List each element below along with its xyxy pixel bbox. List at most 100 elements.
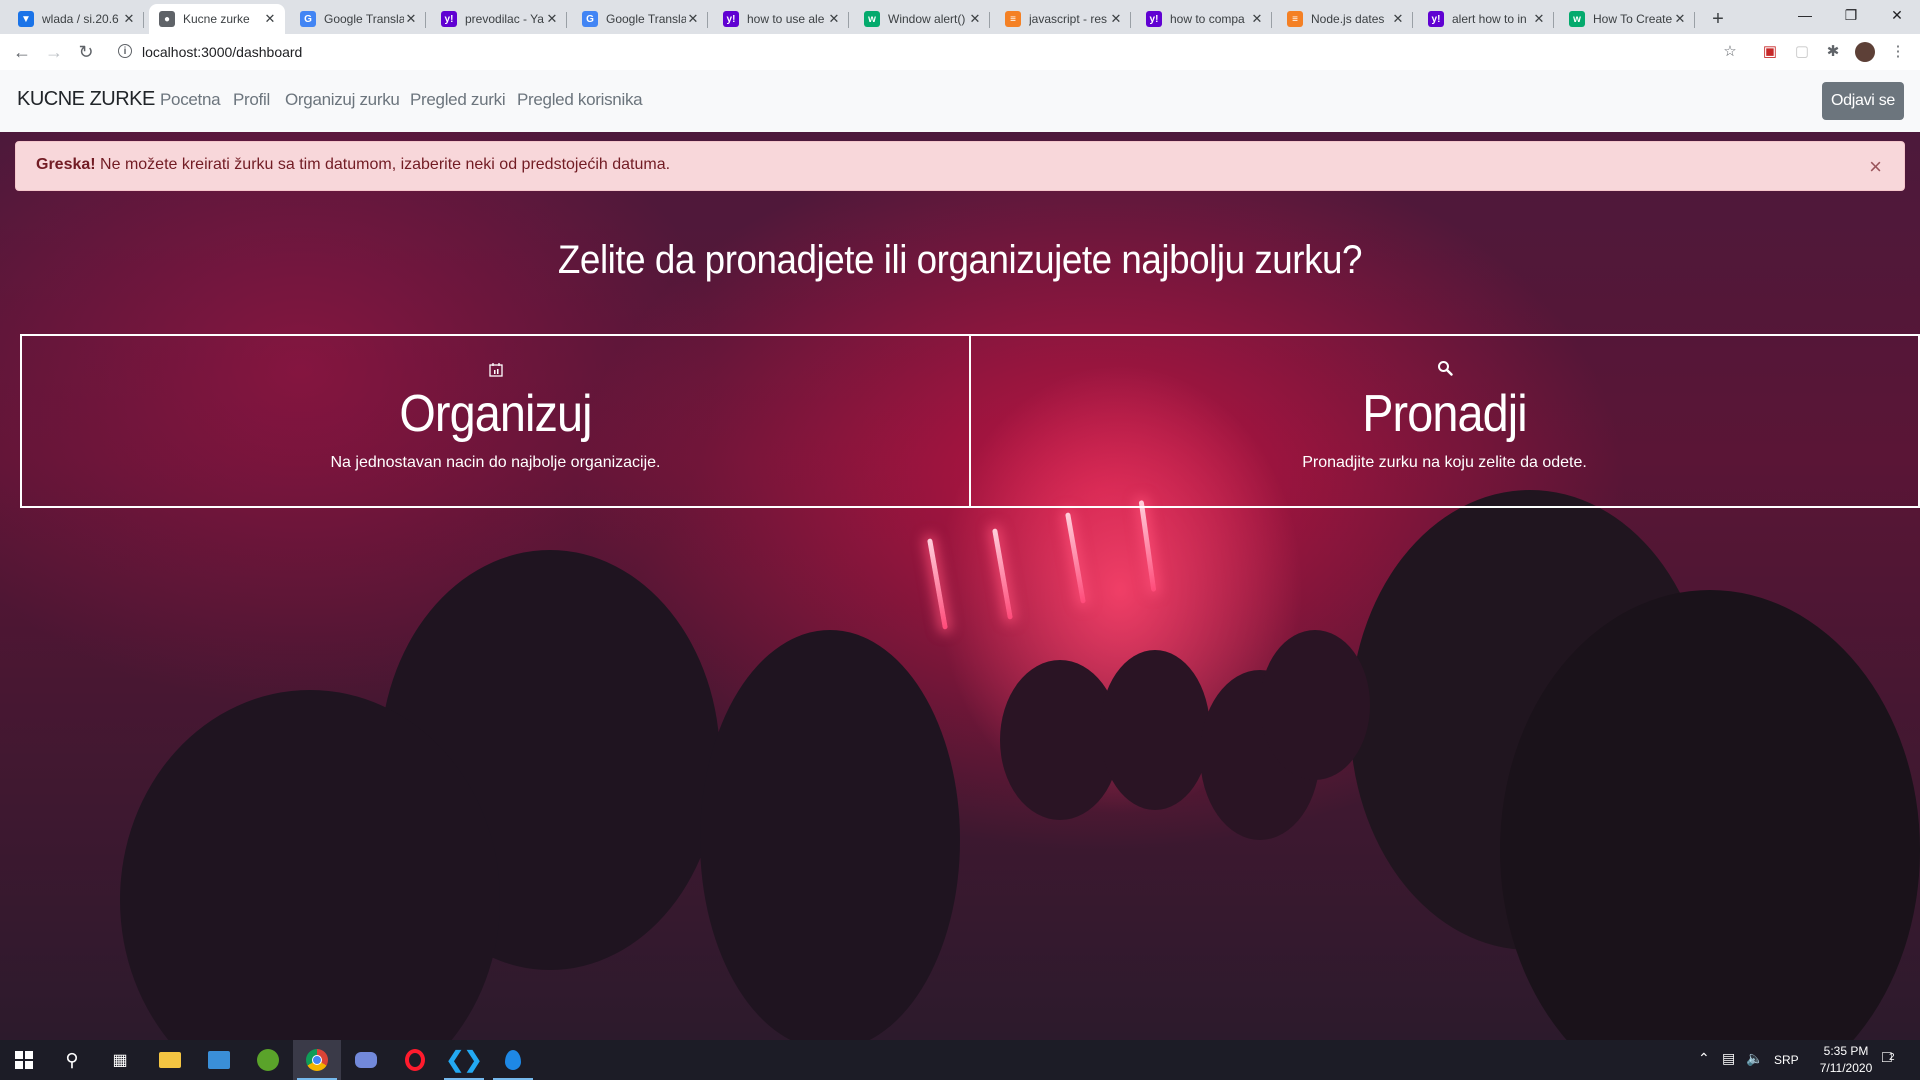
tab-title: alert how to in xyxy=(1452,12,1527,26)
brand-logo[interactable]: KUCNE ZURKE xyxy=(17,88,155,111)
profile-avatar[interactable] xyxy=(1855,42,1875,62)
task-view-button[interactable]: ▦ xyxy=(96,1040,144,1080)
window-close-button[interactable]: ✕ xyxy=(1874,0,1920,30)
chrome-icon xyxy=(306,1049,328,1071)
organize-card-title: Organizuj xyxy=(399,385,592,443)
taskbar-chrome[interactable] xyxy=(293,1040,341,1080)
notification-center-icon[interactable]: □ 2 xyxy=(1882,1049,1895,1067)
browser-tab[interactable]: y! prevodilac - Ya ✕ xyxy=(431,4,567,34)
network-icon[interactable]: ▤ xyxy=(1722,1050,1735,1067)
tray-overflow-icon[interactable]: ⌃ xyxy=(1698,1050,1710,1067)
tab-title: How To Create xyxy=(1593,12,1673,26)
tab-close-icon[interactable]: ✕ xyxy=(1391,11,1405,27)
site-navbar: KUCNE ZURKE Pocetna Profil Organizuj zur… xyxy=(0,70,1920,132)
tab-favicon-icon: G xyxy=(300,11,316,27)
bookmark-star-icon[interactable]: ☆ xyxy=(1720,42,1740,62)
tab-close-icon[interactable]: ✕ xyxy=(122,11,136,27)
extensions-puzzle-icon[interactable]: ✱ xyxy=(1823,42,1843,62)
tab-title: prevodilac - Ya xyxy=(465,12,544,26)
address-url: localhost:3000/dashboard xyxy=(142,44,303,60)
organize-card-description: Na jednostavan nacin do najbolje organiz… xyxy=(330,454,661,471)
reload-button[interactable]: ↻ xyxy=(74,40,98,64)
tab-close-icon[interactable]: ✕ xyxy=(1250,11,1264,27)
alert-title: Greska! xyxy=(36,156,96,173)
tab-title: Kucne zurke xyxy=(183,12,250,26)
address-bar[interactable]: i localhost:3000/dashboard xyxy=(108,38,1768,66)
alert-close-button[interactable]: × xyxy=(1869,154,1882,180)
tab-title: wlada / si.20.6 xyxy=(42,12,119,26)
site-info-icon[interactable]: i xyxy=(118,44,132,58)
windows-logo-icon xyxy=(15,1051,33,1069)
tab-favicon-icon: y! xyxy=(723,11,739,27)
browser-tab[interactable]: ≡ Node.js dates ✕ xyxy=(1277,4,1413,34)
tab-favicon-icon: w xyxy=(1569,11,1585,27)
task-view-icon: ▦ xyxy=(112,1052,128,1069)
volume-icon[interactable]: 🔈 xyxy=(1746,1050,1763,1067)
browser-menu-icon[interactable]: ⋮ xyxy=(1888,42,1908,62)
browser-tab[interactable]: y! how to compa ✕ xyxy=(1136,4,1272,34)
browser-tab[interactable]: y! alert how to in ✕ xyxy=(1418,4,1554,34)
tab-close-icon[interactable]: ✕ xyxy=(1532,11,1546,27)
taskbar-app-store[interactable] xyxy=(195,1040,243,1080)
opera-icon xyxy=(405,1049,425,1071)
windows-taskbar: ⚲ ▦ ❮❯ ⌃ ▤ 🔈 SRP 5:35 PM 7/11/2020 □ 2 xyxy=(0,1040,1920,1080)
extension-blank-icon[interactable]: ▢ xyxy=(1792,42,1812,62)
extension-pocket-icon[interactable]: ▣ xyxy=(1760,42,1780,62)
error-alert: Greska! Ne možete kreirati žurku sa tim … xyxy=(15,141,1905,191)
alert-text: Ne možete kreirati žurku sa tim datumom,… xyxy=(95,156,671,173)
tab-favicon-icon: ▼ xyxy=(18,11,34,27)
calendar-icon xyxy=(488,363,503,377)
browser-tab[interactable]: G Google Transla ✕ xyxy=(290,4,426,34)
nav-link-profil[interactable]: Profil xyxy=(233,90,270,110)
back-button[interactable]: ← xyxy=(10,40,34,64)
tab-close-icon[interactable]: ✕ xyxy=(404,11,418,27)
tab-close-icon[interactable]: ✕ xyxy=(263,11,277,27)
tab-favicon-icon: y! xyxy=(1146,11,1162,27)
folder-icon xyxy=(159,1052,181,1068)
tab-favicon-icon: w xyxy=(864,11,880,27)
minimize-button[interactable]: — xyxy=(1782,0,1828,30)
clock-date: 7/11/2020 xyxy=(1819,1061,1873,1075)
taskbar-opera[interactable] xyxy=(391,1040,439,1080)
find-card[interactable]: Pronadji Pronadjite zurku na koju zelite… xyxy=(969,334,1920,508)
hero-headline: Zelite da pronadjete ili organizujete na… xyxy=(557,238,1363,282)
new-tab-button[interactable]: + xyxy=(1706,7,1730,31)
start-button[interactable] xyxy=(0,1040,48,1080)
tab-favicon-icon: y! xyxy=(1428,11,1444,27)
tab-close-icon[interactable]: ✕ xyxy=(1673,11,1687,27)
nav-link-pocetna[interactable]: Pocetna xyxy=(160,90,221,110)
tab-close-icon[interactable]: ✕ xyxy=(1109,11,1123,27)
organize-card[interactable]: Organizuj Na jednostavan nacin do najbol… xyxy=(20,334,971,508)
restore-button[interactable]: ❐ xyxy=(1828,0,1874,30)
browser-tab[interactable]: ≡ javascript - res ✕ xyxy=(995,4,1131,34)
browser-tab[interactable]: ● Kucne zurke ✕ xyxy=(149,4,285,34)
nav-link-pregled-zurki[interactable]: Pregled zurki xyxy=(410,90,506,110)
tab-close-icon[interactable]: ✕ xyxy=(545,11,559,27)
taskbar-maps[interactable] xyxy=(489,1040,537,1080)
logout-button[interactable]: Odjavi se xyxy=(1822,82,1904,120)
tab-title: how to use ale xyxy=(747,12,825,26)
taskbar-file-explorer[interactable] xyxy=(146,1040,194,1080)
language-indicator[interactable]: SRP xyxy=(1774,1053,1799,1067)
tab-favicon-icon: ● xyxy=(159,11,175,27)
browser-tab[interactable]: G Google Transla ✕ xyxy=(572,4,708,34)
nav-link-organizuj-zurku[interactable]: Organizuj zurku xyxy=(285,90,400,110)
taskbar-discord[interactable] xyxy=(342,1040,390,1080)
tab-favicon-icon: ≡ xyxy=(1005,11,1021,27)
tab-close-icon[interactable]: ✕ xyxy=(827,11,841,27)
tab-favicon-icon: y! xyxy=(441,11,457,27)
browser-tab[interactable]: y! how to use ale ✕ xyxy=(713,4,849,34)
clock[interactable]: 5:35 PM 7/11/2020 xyxy=(1806,1043,1886,1077)
forward-button[interactable]: → xyxy=(42,40,66,64)
browser-tab[interactable]: w How To Create ✕ xyxy=(1559,4,1695,34)
browser-tab-strip: + — ❐ ✕ ▼ wlada / si.20.6 ✕ ● Kucne zurke ✕ G G… xyxy=(0,0,1920,34)
tab-close-icon[interactable]: ✕ xyxy=(686,11,700,27)
taskbar-search-button[interactable]: ⚲ xyxy=(48,1040,96,1080)
taskbar-utorrent[interactable] xyxy=(244,1040,292,1080)
tab-favicon-icon: ≡ xyxy=(1287,11,1303,27)
tab-close-icon[interactable]: ✕ xyxy=(968,11,982,27)
browser-tab[interactable]: w Window alert() ✕ xyxy=(854,4,990,34)
browser-tab[interactable]: ▼ wlada / si.20.6 ✕ xyxy=(8,4,144,34)
nav-link-pregled-korisnika[interactable]: Pregled korisnika xyxy=(517,90,643,110)
taskbar-vscode[interactable]: ❮❯ xyxy=(440,1040,488,1080)
